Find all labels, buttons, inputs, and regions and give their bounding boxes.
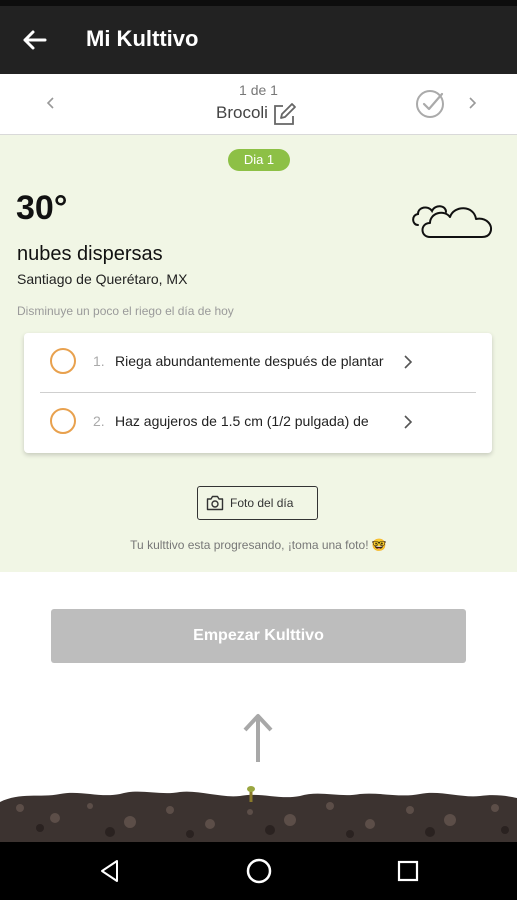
- plant-name: Brocoli: [216, 103, 268, 122]
- back-arrow-icon[interactable]: [18, 24, 50, 56]
- app-title: Mi Kulttivo: [86, 26, 199, 51]
- task-item[interactable]: 1. Riega abundantemente después de plant…: [24, 333, 492, 393]
- nav-back-icon[interactable]: [96, 857, 124, 885]
- temperature: 30°: [16, 189, 68, 227]
- up-arrow-icon: [243, 714, 273, 762]
- nav-recents-icon[interactable]: [394, 857, 422, 885]
- camera-icon: [206, 495, 224, 511]
- task-list: 1. Riega abundantemente después de plant…: [24, 333, 492, 453]
- photo-of-day-button[interactable]: Foto del día: [197, 486, 318, 520]
- day-badge: Dia 1: [228, 149, 290, 171]
- chevron-right-icon[interactable]: [465, 92, 481, 114]
- progress-message: Tu kulttivo esta progresando, ¡toma una …: [130, 538, 387, 552]
- task-checkbox[interactable]: [50, 348, 76, 374]
- task-checkbox[interactable]: [50, 408, 76, 434]
- task-item[interactable]: 2. Haz agujeros de 1.5 cm (1/2 pulgada) …: [24, 393, 492, 453]
- system-nav-bar: [0, 842, 517, 900]
- weather-description: nubes dispersas: [17, 243, 163, 265]
- chevron-right-icon: [404, 355, 413, 369]
- start-kulttivo-button[interactable]: Empezar Kulttivo: [51, 609, 466, 663]
- task-text: Haz agujeros de 1.5 cm (1/2 pulgada) de: [115, 413, 369, 429]
- task-text: Riega abundantemente después de plantar: [115, 353, 384, 369]
- chevron-right-icon: [404, 415, 413, 429]
- day-panel: Dia 1 30° nubes dispersas Santiago de Qu…: [0, 135, 517, 572]
- edit-icon[interactable]: [270, 101, 298, 129]
- task-number: 1.: [93, 353, 105, 369]
- task-number: 2.: [93, 413, 105, 429]
- cloud-icon: [412, 205, 492, 238]
- nav-home-icon[interactable]: [245, 857, 273, 885]
- app-bar: Mi Kulttivo: [0, 6, 517, 74]
- photo-button-label: Foto del día: [230, 496, 294, 510]
- weather-location: Santiago de Querétaro, MX: [17, 271, 188, 287]
- check-circle-icon[interactable]: [414, 88, 446, 120]
- soil-illustration: [0, 786, 517, 842]
- plant-selector: 1 de 1 Brocoli: [0, 74, 517, 135]
- watering-tip: Disminuye un poco el riego el día de hoy: [17, 304, 234, 318]
